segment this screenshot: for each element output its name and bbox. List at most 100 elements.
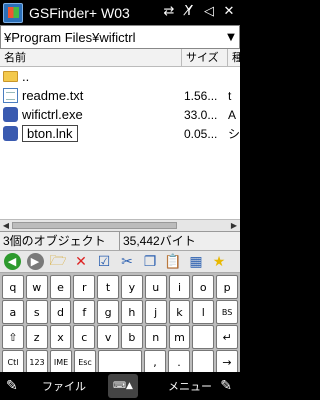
key-enter[interactable]: ↵ [216, 325, 238, 349]
up-folder-button[interactable]: 🗁 [48, 252, 68, 272]
file-size: 0.05... [184, 126, 218, 141]
key-u[interactable]: u [144, 275, 167, 299]
key-shift[interactable]: ⇧ [2, 325, 24, 349]
key-k[interactable]: k [168, 300, 191, 324]
folder-icon [3, 71, 18, 82]
forward-arrow-icon: ▶ [26, 253, 44, 270]
list-item[interactable]: wifictrl.exe 33.0... A [0, 105, 240, 124]
key-ctrl[interactable]: Ctl [2, 350, 24, 374]
favorites-button[interactable]: ★ [209, 252, 229, 272]
cut-button[interactable]: ✂ [117, 252, 137, 272]
key-ime[interactable]: IME [50, 350, 72, 374]
key-s[interactable]: s [25, 300, 48, 324]
file-size: 1.56... [184, 88, 218, 103]
key-g[interactable]: g [97, 300, 119, 324]
soft-keyboard: q w e r t y u i o p a s d f g h j k l BS… [0, 273, 240, 374]
scroll-thumb[interactable] [12, 222, 177, 229]
scissors-icon: ✂ [121, 253, 133, 270]
key-blank-2[interactable] [192, 350, 214, 374]
copy-button[interactable]: ❐ [140, 252, 160, 272]
key-a[interactable]: a [2, 300, 24, 324]
key-esc[interactable]: Esc [74, 350, 96, 374]
key-j[interactable]: j [144, 300, 167, 324]
key-123[interactable]: 123 [26, 350, 48, 374]
pen-icon-right[interactable]: ✎ [220, 378, 232, 394]
status-icons: ⇄ Y̸ ◁ ✕ [162, 4, 236, 19]
key-r[interactable]: r [73, 275, 96, 299]
key-period[interactable]: . [168, 350, 190, 374]
file-type: シ [228, 127, 240, 141]
exe-icon [3, 107, 18, 122]
key-b[interactable]: b [120, 325, 143, 349]
key-o[interactable]: o [192, 275, 215, 299]
key-comma[interactable]: , [144, 350, 166, 374]
close-icon[interactable]: ✕ [222, 4, 236, 19]
key-v[interactable]: v [97, 325, 119, 349]
key-n[interactable]: n [144, 325, 167, 349]
title-bar: GSFinder+ W03 ⇄ Y̸ ◁ ✕ [0, 0, 240, 25]
key-space[interactable] [98, 350, 142, 374]
sync-icon: ⇄ [163, 4, 175, 19]
key-blank[interactable] [192, 325, 215, 349]
folder-up-icon: 🗁 [49, 252, 67, 269]
key-y[interactable]: y [120, 275, 143, 299]
path-input[interactable]: ¥Program Files¥wifictrl [1, 30, 223, 45]
key-d[interactable]: d [49, 300, 72, 324]
key-i[interactable]: i [168, 275, 191, 299]
file-type: A [228, 107, 237, 122]
chevron-down-icon[interactable]: ▼ [223, 27, 239, 47]
key-c[interactable]: c [73, 325, 96, 349]
view-button[interactable]: ▦ [186, 252, 206, 272]
pen-icon[interactable]: ✎ [6, 378, 26, 394]
key-t[interactable]: t [97, 275, 119, 299]
list-item[interactable]: readme.txt 1.56... t [0, 86, 240, 105]
key-m[interactable]: m [168, 325, 191, 349]
key-w[interactable]: w [25, 275, 48, 299]
star-icon: ★ [212, 253, 226, 270]
key-x[interactable]: x [49, 325, 72, 349]
delete-button[interactable]: ✕ [71, 252, 91, 272]
forward-button[interactable]: ▶ [25, 252, 45, 272]
scroll-right-arrow[interactable]: ▶ [228, 220, 240, 231]
key-e[interactable]: e [49, 275, 72, 299]
volume-off-icon: ◁ [204, 4, 214, 19]
column-header-type[interactable]: 種 [228, 49, 240, 66]
key-z[interactable]: z [25, 325, 48, 349]
file-size: 33.0... [184, 107, 218, 122]
file-name: readme.txt [22, 88, 84, 103]
status-bar: 3個のオブジェクト 35,442バイト [0, 231, 240, 250]
key-q[interactable]: q [2, 275, 24, 299]
key-f[interactable]: f [73, 300, 96, 324]
total-bytes: 35,442バイト [123, 234, 196, 248]
checkbox-icon: ☑ [97, 253, 111, 270]
shortcut-icon [3, 126, 18, 141]
column-header-name[interactable]: 名前 [0, 49, 182, 66]
select-button[interactable]: ☑ [94, 252, 114, 272]
paste-button[interactable]: 📋 [163, 252, 183, 272]
file-list[interactable]: 名前 サイズ 種 .. readme.txt 1.56... t wifictr… [0, 49, 240, 231]
window-title: GSFinder+ W03 [29, 4, 130, 21]
object-count: 3個のオブジェクト [0, 232, 120, 250]
key-backspace[interactable]: BS [216, 300, 238, 324]
scroll-left-arrow[interactable]: ◀ [0, 220, 12, 231]
start-windows-icon[interactable] [3, 2, 23, 23]
list-item-selected[interactable]: bton.lnk 0.05... シ [0, 124, 240, 143]
softkey-file[interactable]: ファイル [42, 378, 102, 394]
softkey-bar: ✎ ファイル ⌨▲ メニュー ✎ [0, 372, 240, 400]
column-header-size[interactable]: サイズ [182, 49, 228, 66]
key-p[interactable]: p [216, 275, 238, 299]
input-panel-button[interactable]: ⌨▲ [108, 374, 138, 398]
grid-view-icon: ▦ [189, 253, 203, 270]
back-button[interactable]: ◀ [2, 252, 22, 272]
list-item[interactable]: .. [0, 67, 240, 86]
path-combobox[interactable]: ¥Program Files¥wifictrl ▼ [0, 25, 240, 49]
softkey-menu[interactable]: メニュー [168, 378, 212, 394]
copy-icon: ❐ [143, 253, 157, 270]
horizontal-scrollbar[interactable]: ◀ ▶ [0, 219, 240, 231]
key-l[interactable]: l [192, 300, 215, 324]
keyboard-icon: ⌨▲ [113, 381, 133, 391]
paste-icon: 📋 [164, 253, 182, 270]
key-h[interactable]: h [120, 300, 143, 324]
signal-off-icon: Y̸ [185, 4, 193, 19]
key-right-arrow[interactable]: → [216, 350, 238, 374]
